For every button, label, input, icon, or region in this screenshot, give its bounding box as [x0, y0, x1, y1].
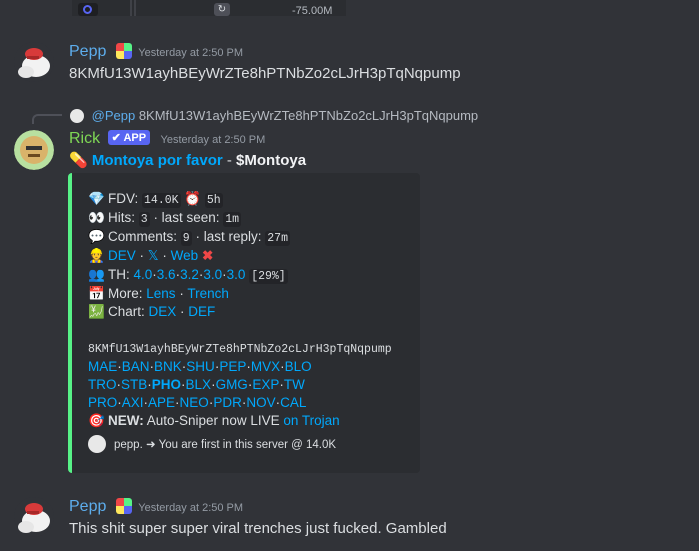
platform-row: TRO·STB·PHO·BLX·GMG·EXP·TW [88, 377, 305, 392]
timestamp: Yesterday at 2:50 PM [160, 134, 266, 146]
divider [134, 0, 136, 16]
trojan-link[interactable]: on Trojan [283, 413, 339, 428]
people-icon: 👥 [88, 267, 105, 282]
comments-row: 💬 Comments: 9 · last reply: 27m [88, 229, 290, 246]
message-header: Pepp Yesterday at 2:50 PM [69, 498, 243, 516]
message-header: Pepp Yesterday at 2:50 PM [69, 43, 243, 61]
message-text: 8KMfU13W1ayhBEyWrZTe8hPTNbZo2cLJrH3pTqNq… [69, 65, 461, 82]
previous-value: -75.00M [292, 5, 333, 17]
reply-avatar [70, 109, 84, 123]
avatar[interactable] [14, 130, 54, 170]
platform-row: MAE·BAN·BNK·SHU·PEP·MVX·BLO [88, 359, 312, 374]
embed-footer: pepp. ➜ You are first in this server @ 1… [88, 435, 336, 453]
reply-connector [32, 114, 62, 124]
role-badge-icon [115, 43, 132, 59]
username[interactable]: Pepp [69, 43, 106, 60]
lens-link[interactable]: Lens [146, 286, 175, 301]
reply-username[interactable]: @Pepp [92, 108, 136, 123]
web-link[interactable]: Web [171, 248, 199, 263]
message-header: Rick ✔ APP Yesterday at 2:50 PM [69, 130, 265, 148]
speech-bubble-icon: 💬 [88, 229, 105, 244]
previous-embed-fragment: ↻ -75.00M [72, 0, 346, 17]
fdv-row: 💎 FDV: 14.0K ⏰ 5h [88, 191, 223, 208]
eyes-icon: 👀 [88, 210, 105, 225]
timestamp: Yesterday at 2:50 PM [138, 47, 244, 59]
app-badge: ✔ APP [107, 130, 151, 145]
token-title-link[interactable]: Montoya por favor [92, 152, 223, 169]
dex-link[interactable]: DEX [149, 304, 177, 319]
new-feature-row: 🎯 NEW: Auto-Sniper now LIVE on Trojan [88, 413, 340, 428]
avatar[interactable] [14, 497, 54, 537]
refresh-icon[interactable] [78, 3, 98, 16]
dev-link[interactable]: DEV [108, 248, 136, 263]
message-headline: 💊 Montoya por favor - $Montoya [69, 152, 307, 169]
calendar-icon: 📅 [88, 286, 105, 301]
links-row: 👷 DEV · 𝕏 · Web ✖ [88, 248, 214, 263]
trench-link[interactable]: Trench [187, 286, 229, 301]
target-icon: 🎯 [88, 413, 105, 428]
divider [130, 0, 132, 16]
token-embed: 💎 FDV: 14.0K ⏰ 5h 👀 Hits: 3 · last seen: 1… [68, 173, 420, 473]
hits-row: 👀 Hits: 3 · last seen: 1m [88, 210, 242, 227]
reply-reference[interactable]: @Pepp 8KMfU13W1ayhBEyWrZTe8hPTNbZo2cLJrH… [70, 108, 478, 123]
developer-icon: 👷 [88, 248, 105, 263]
chart-yen-icon: 💹 [88, 304, 105, 319]
chart-row: 💹 Chart: DEX · DEF [88, 304, 216, 319]
username[interactable]: Pepp [69, 498, 106, 515]
more-row: 📅 More: Lens · Trench [88, 286, 229, 301]
username[interactable]: Rick [69, 130, 100, 147]
footer-avatar [88, 435, 106, 453]
swap-icon[interactable]: ↻ [214, 3, 230, 16]
reply-text: 8KMfU13W1ayhBEyWrZTe8hPTNbZo2cLJrH3pTqNq… [138, 108, 479, 123]
platform-row: PRO·AXI·APE·NEO·PDR·NOV·CAL [88, 395, 307, 410]
cross-icon: ✖ [201, 248, 214, 263]
token-address[interactable]: 8KMfU13W1ayhBEyWrZTe8hPTNbZo2cLJrH3pTqNq… [88, 343, 392, 356]
x-link[interactable]: 𝕏 [148, 248, 159, 263]
avatar[interactable] [14, 42, 54, 82]
def-link[interactable]: DEF [188, 304, 215, 319]
clock-icon: ⏰ [184, 191, 202, 206]
diamond-icon: 💎 [88, 191, 105, 206]
top-holders-row: 👥 TH: 4.0·3.6·3.2·3.0·3.0 [29%] [88, 267, 288, 284]
message-text: This shit super super viral trenches jus… [69, 520, 447, 537]
role-badge-icon [115, 498, 132, 514]
pill-icon: 💊 [69, 152, 88, 169]
timestamp: Yesterday at 2:50 PM [138, 502, 244, 514]
token-ticker: $Montoya [236, 152, 307, 169]
